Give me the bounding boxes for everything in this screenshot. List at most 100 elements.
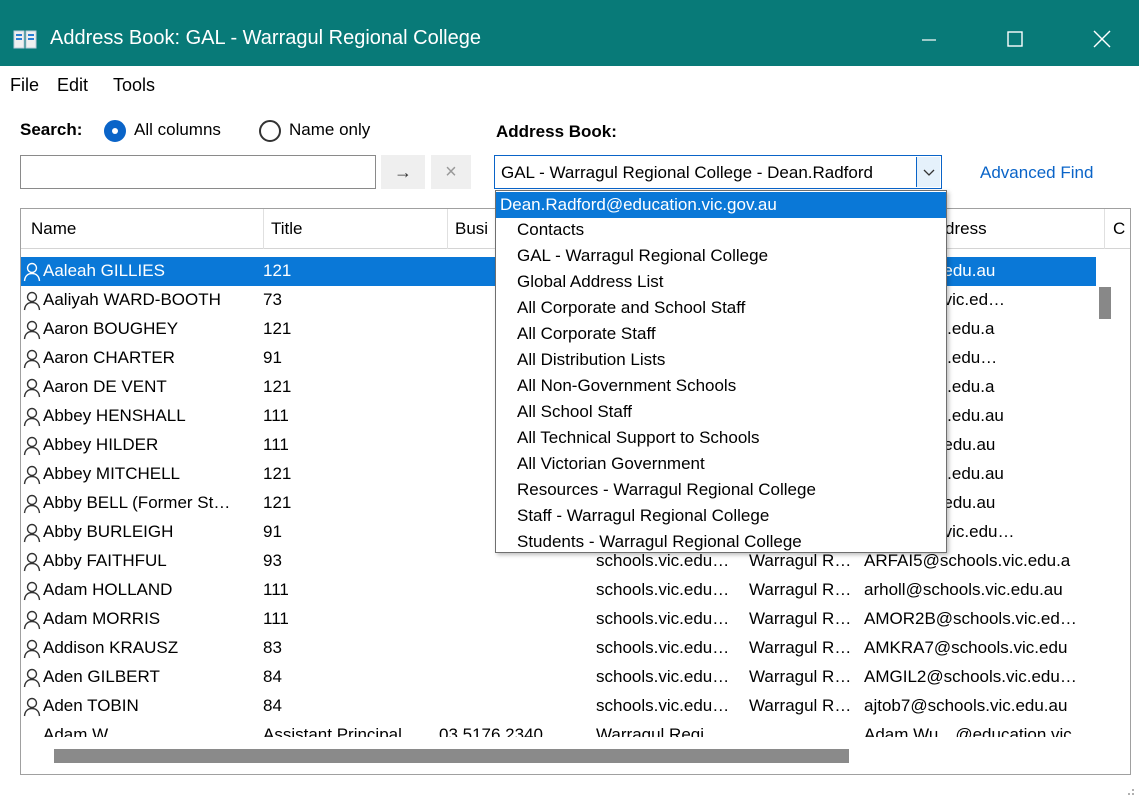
partial-row-title: Assistant Principal <box>263 725 402 737</box>
cell-title: 83 <box>263 638 282 657</box>
person-icon <box>23 697 41 717</box>
address-book-dropdown-list: Dean.Radford@education.vic.gov.au Contact… <box>495 190 947 553</box>
menu-tools[interactable]: Tools <box>113 75 155 96</box>
cell-name: Abbey HENSHALL <box>43 406 186 425</box>
cell-name: Aaron CHARTER <box>43 348 175 367</box>
cell-name: Abby FAITHFUL <box>43 551 167 570</box>
partial-row: Adam W… Assistant Principal 03 5176 2340… <box>21 723 1096 737</box>
menu-edit[interactable]: Edit <box>57 75 88 96</box>
person-icon <box>23 581 41 601</box>
dropdown-option[interactable]: Resources - Warragul Regional College <box>496 477 946 503</box>
table-row[interactable]: Addison KRAUSZ 83 schools.vic.edu… Warragul… <box>21 634 1096 663</box>
table-row[interactable]: Adam MORRIS 111 schools.vic.edu… Warragul R… <box>21 605 1096 634</box>
column-divider[interactable] <box>447 209 448 249</box>
dropdown-option[interactable]: Contacts <box>496 217 946 243</box>
vertical-scrollbar[interactable] <box>1098 257 1112 727</box>
cell-email: AMGIL2@schools.vic.edu… <box>864 667 1077 686</box>
cell-email: AMKRA7@schools.vic.edu <box>864 638 1068 657</box>
person-icon <box>23 639 41 659</box>
dropdown-option[interactable]: All Technical Support to Schools <box>496 425 946 451</box>
person-icon <box>23 436 41 456</box>
person-icon <box>23 407 41 427</box>
menu-bar: File Edit Tools <box>0 66 1139 102</box>
address-book-icon <box>13 30 37 49</box>
horizontal-scroll-thumb[interactable] <box>54 749 849 763</box>
person-icon <box>23 349 41 369</box>
dropdown-option[interactable]: Students - Warragul Regional College <box>496 529 946 555</box>
column-header-name[interactable]: Name <box>31 219 76 239</box>
cell-company: schools.vic.edu… <box>596 667 730 686</box>
cell-name: Aden GILBERT <box>43 667 160 686</box>
table-row[interactable]: Adam HOLLAND 111 schools.vic.edu… Warragul … <box>21 576 1096 605</box>
cell-title: 91 <box>263 348 282 367</box>
cell-name: Aden TOBIN <box>43 696 139 715</box>
go-button[interactable]: → <box>381 155 425 189</box>
search-label: Search: <box>20 120 83 139</box>
close-button[interactable] <box>1079 20 1125 60</box>
minimize-icon <box>922 39 936 41</box>
cell-title: 121 <box>263 319 292 338</box>
person-icon <box>23 552 41 572</box>
advanced-find-link[interactable]: Advanced Find <box>980 163 1093 183</box>
menu-file[interactable]: File <box>10 75 39 96</box>
table-row[interactable]: Aden TOBIN 84 schools.vic.edu… Warragul R… a… <box>21 692 1096 721</box>
dropdown-option-label: Students - Warragul Regional College <box>517 532 802 551</box>
cell-title: 111 <box>263 609 289 628</box>
dropdown-option-label: Resources - Warragul Regional College <box>517 480 816 499</box>
cell-title: 121 <box>263 493 292 512</box>
dropdown-option[interactable]: GAL - Warragul Regional College <box>496 243 946 269</box>
cell-name: Abbey MITCHELL <box>43 464 180 483</box>
all-columns-radio[interactable] <box>104 120 126 142</box>
table-row[interactable]: Aden GILBERT 84 schools.vic.edu… Warragul R… <box>21 663 1096 692</box>
dropdown-option-label: Contacts <box>517 220 585 239</box>
address-book-combo[interactable]: GAL - Warragul Regional College - Dean.R… <box>494 155 942 189</box>
dropdown-option[interactable]: All Victorian Government <box>496 451 946 477</box>
cell-name: Aaliyah WARD-BOOTH <box>43 290 221 309</box>
cell-name: Addison KRAUSZ <box>43 638 179 657</box>
cell-company: schools.vic.edu… <box>596 638 730 657</box>
dropdown-option[interactable]: Global Address List <box>496 269 946 295</box>
chevron-down-icon <box>923 169 935 176</box>
clear-search-button[interactable]: × <box>431 155 471 189</box>
title-bar: Address Book: GAL - Warragul Regional Co… <box>0 0 1139 66</box>
cell-email: arholl@schools.vic.edu.au <box>864 580 1063 599</box>
person-icon <box>23 668 41 688</box>
dropdown-option[interactable]: All Corporate and School Staff <box>496 295 946 321</box>
resize-grip-icon[interactable] <box>1125 786 1135 796</box>
all-columns-label[interactable]: All columns <box>134 120 221 140</box>
dropdown-option[interactable]: All Non-Government Schools <box>496 373 946 399</box>
cell-title: 111 <box>263 435 289 454</box>
dropdown-option[interactable]: All Distribution Lists <box>496 347 946 373</box>
column-header-business-phone[interactable]: Busi <box>455 219 488 239</box>
dropdown-option[interactable]: All Corporate Staff <box>496 321 946 347</box>
dropdown-option-label: All School Staff <box>517 402 632 421</box>
column-header-next[interactable]: C <box>1113 219 1125 239</box>
cell-title: 93 <box>263 551 282 570</box>
dropdown-option[interactable]: Dean.Radford@education.vic.gov.au <box>496 192 946 218</box>
column-header-email-address[interactable]: dress <box>945 219 987 239</box>
cell-name: Aaron BOUGHEY <box>43 319 179 338</box>
cell-title: 111 <box>263 580 289 599</box>
cell-company: schools.vic.edu… <box>596 580 730 599</box>
person-icon <box>23 523 41 543</box>
search-input[interactable] <box>20 155 376 189</box>
minimize-button[interactable] <box>905 20 951 60</box>
horizontal-scrollbar[interactable] <box>51 749 1091 763</box>
cell-title: 121 <box>263 377 292 396</box>
column-header-title[interactable]: Title <box>271 219 303 239</box>
column-divider[interactable] <box>1104 209 1105 249</box>
maximize-button[interactable] <box>993 20 1039 60</box>
column-divider[interactable] <box>263 209 264 249</box>
person-icon <box>23 494 41 514</box>
name-only-radio[interactable] <box>259 120 281 142</box>
cell-title: 121 <box>263 261 292 280</box>
name-only-label[interactable]: Name only <box>289 120 370 140</box>
address-book-dropdown-button[interactable] <box>916 157 940 187</box>
person-icon <box>23 320 41 340</box>
dropdown-option[interactable]: Staff - Warragul Regional College <box>496 503 946 529</box>
dropdown-option-label: Dean.Radford@education.vic.gov.au <box>500 195 777 214</box>
dropdown-option-label: All Corporate and School Staff <box>517 298 746 317</box>
cell-title: 111 <box>263 406 289 425</box>
vertical-scroll-thumb[interactable] <box>1099 287 1111 319</box>
dropdown-option[interactable]: All School Staff <box>496 399 946 425</box>
